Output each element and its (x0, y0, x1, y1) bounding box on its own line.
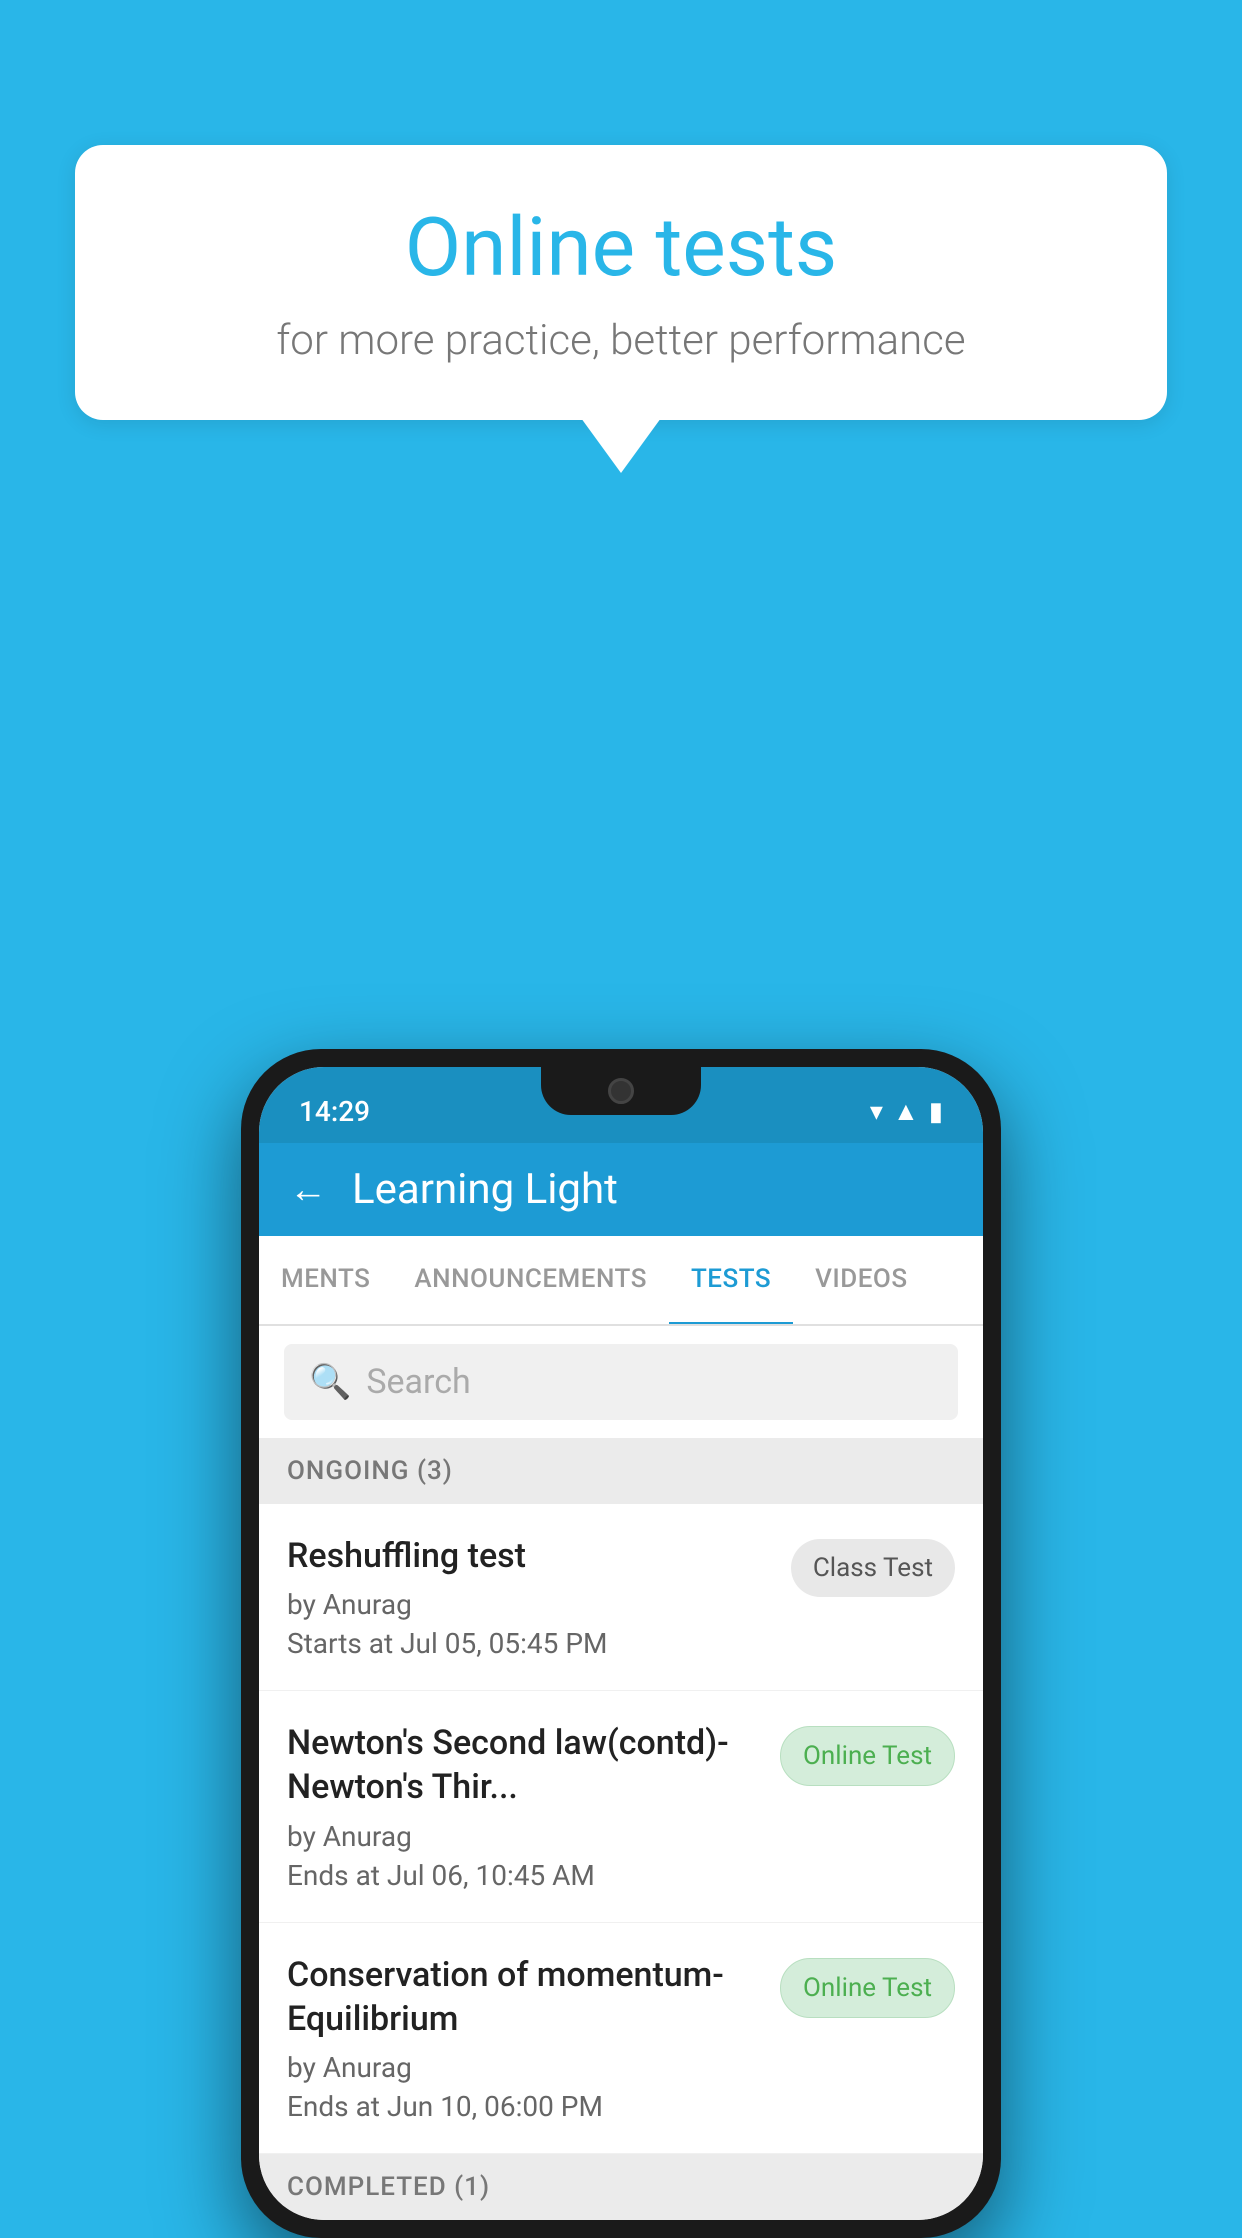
speech-bubble-container: Online tests for more practice, better p… (75, 145, 1167, 473)
completed-section-title: COMPLETED (1) (287, 2172, 490, 2202)
phone-notch (541, 1067, 701, 1115)
bubble-subtitle: for more practice, better performance (135, 316, 1107, 365)
signal-icon: ▲ (893, 1096, 919, 1127)
app-header: ← Learning Light (259, 1143, 983, 1236)
test-author: by Anurag (287, 1588, 771, 1621)
test-author: by Anurag (287, 1820, 760, 1853)
tests-list: Reshuffling test by Anurag Starts at Jul… (259, 1504, 983, 2154)
test-badge-class: Class Test (791, 1539, 955, 1597)
tabs-container: MENTS ANNOUNCEMENTS TESTS VIDEOS (259, 1236, 983, 1326)
app-title: Learning Light (352, 1165, 618, 1214)
test-badge-online-2: Online Test (780, 1958, 955, 2018)
test-item[interactable]: Reshuffling test by Anurag Starts at Jul… (259, 1504, 983, 1691)
phone-frame: 14:29 ▾ ▲ ▮ ← Learning Light MENTS ANNOU… (241, 1049, 1001, 2238)
search-icon: 🔍 (309, 1362, 351, 1402)
status-time: 14:29 (299, 1095, 370, 1128)
status-icons: ▾ ▲ ▮ (870, 1096, 943, 1127)
phone-screen: 14:29 ▾ ▲ ▮ ← Learning Light MENTS ANNOU… (259, 1067, 983, 2220)
test-date: Ends at Jun 10, 06:00 PM (287, 2090, 760, 2123)
test-info: Conservation of momentum-Equilibrium by … (287, 1953, 760, 2123)
test-date: Starts at Jul 05, 05:45 PM (287, 1627, 771, 1660)
test-name: Newton's Second law(contd)-Newton's Thir… (287, 1721, 760, 1809)
test-name: Conservation of momentum-Equilibrium (287, 1953, 760, 2041)
speech-bubble: Online tests for more practice, better p… (75, 145, 1167, 420)
test-badge-online: Online Test (780, 1726, 955, 1786)
test-author: by Anurag (287, 2051, 760, 2084)
test-info: Newton's Second law(contd)-Newton's Thir… (287, 1721, 760, 1891)
battery-icon: ▮ (929, 1097, 943, 1127)
bubble-tail (581, 418, 661, 473)
completed-section-header: COMPLETED (1) (259, 2154, 983, 2220)
test-name: Reshuffling test (287, 1534, 771, 1578)
phone-camera (608, 1078, 634, 1104)
search-container: 🔍 Search (259, 1326, 983, 1438)
phone-container: 14:29 ▾ ▲ ▮ ← Learning Light MENTS ANNOU… (241, 1049, 1001, 2238)
tab-ments[interactable]: MENTS (259, 1236, 392, 1324)
back-button[interactable]: ← (289, 1171, 327, 1209)
test-item[interactable]: Newton's Second law(contd)-Newton's Thir… (259, 1691, 983, 1922)
test-info: Reshuffling test by Anurag Starts at Jul… (287, 1534, 771, 1660)
ongoing-section-title: ONGOING (3) (287, 1456, 453, 1486)
search-bar[interactable]: 🔍 Search (284, 1344, 958, 1420)
test-date: Ends at Jul 06, 10:45 AM (287, 1859, 760, 1892)
ongoing-section-header: ONGOING (3) (259, 1438, 983, 1504)
tab-tests[interactable]: TESTS (669, 1236, 793, 1326)
wifi-icon: ▾ (870, 1097, 883, 1127)
tab-videos[interactable]: VIDEOS (793, 1236, 929, 1324)
bubble-title: Online tests (135, 200, 1107, 296)
tab-announcements[interactable]: ANNOUNCEMENTS (392, 1236, 669, 1324)
test-item[interactable]: Conservation of momentum-Equilibrium by … (259, 1923, 983, 2154)
search-placeholder: Search (366, 1362, 470, 1402)
